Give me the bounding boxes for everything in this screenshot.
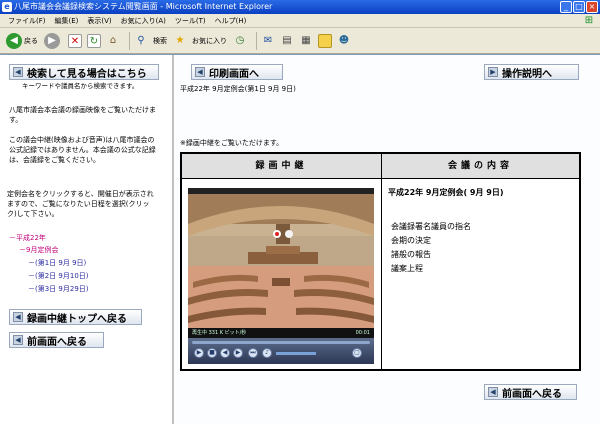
ie-icon: e bbox=[2, 2, 12, 12]
favorites-button[interactable]: ★ お気に入り bbox=[173, 34, 227, 48]
menu-file[interactable]: ファイル(F) bbox=[8, 16, 46, 26]
prev-screen-button-right[interactable]: ◀ 前画面へ戻る bbox=[484, 384, 577, 400]
session-line: 平成22年 9月定例会(第1日 9月 9日) bbox=[180, 85, 296, 93]
recording-table: 録画中継 会議の内容 再生中 331 K ビット/秒 00:01 ▶ ■ ◀ ▶… bbox=[180, 152, 581, 371]
volume-icon[interactable]: ♪ bbox=[262, 348, 272, 358]
toolbar-separator bbox=[256, 31, 257, 50]
search-mode-label: 検索して見る場合はこちら bbox=[27, 68, 147, 80]
menu-view[interactable]: 表示(V) bbox=[87, 16, 111, 26]
print-screen-button[interactable]: ◀ 印刷画面へ bbox=[191, 64, 283, 80]
history-icon[interactable]: ◷ bbox=[233, 34, 247, 48]
video-status-bar: 再生中 331 K ビット/秒 00:01 bbox=[188, 328, 374, 338]
back-arrow-icon: ◀ bbox=[6, 32, 22, 49]
agenda-item: 諸般の報告 bbox=[391, 250, 431, 259]
home-icon[interactable]: ⌂ bbox=[106, 34, 120, 48]
recording-top-button[interactable]: ◀ 録画中継トップへ戻る bbox=[9, 309, 142, 325]
window-titlebar: e 八尾市議会会議録検索システム閲覧画面 - Microsoft Interne… bbox=[0, 0, 600, 14]
print-screen-label: 印刷画面へ bbox=[209, 68, 259, 80]
arrow-left-icon: ◀ bbox=[488, 387, 498, 397]
notice-text-1: 八尾市議会本会議の録画映像をご覧いただけます。 bbox=[9, 106, 156, 124]
fullscreen-icon[interactable]: ▢ bbox=[352, 348, 362, 358]
folder-icon[interactable] bbox=[318, 33, 332, 48]
tree-session[interactable]: －9月定例会 bbox=[19, 245, 58, 255]
tree-year-label: 平成22年 bbox=[16, 234, 46, 242]
mail-icon[interactable]: ✉ bbox=[261, 34, 275, 48]
tree-session-label: 9月定例会 bbox=[26, 246, 59, 254]
windows-logo-icon: ⊞ bbox=[584, 15, 594, 26]
stop-icon[interactable]: ✕ bbox=[68, 33, 82, 48]
menu-help[interactable]: ヘルプ(H) bbox=[215, 16, 247, 26]
menu-tools[interactable]: ツール(T) bbox=[175, 16, 206, 26]
video-controls: ▶ ■ ◀ ▶ ⏭ ♪ ▢ bbox=[188, 338, 374, 364]
tree-day-label: (第1日 9月 9日) bbox=[35, 259, 87, 267]
star-icon: ★ bbox=[175, 34, 185, 46]
search-hint: キーワードや議員名から検索できます。 bbox=[22, 82, 139, 90]
browser-toolbar: ◀ 戻る ▶ ✕ ↻ ⌂ ⚲ 検索 ★ お気に入り ◷ ✉ ▤ ▦ ☻ bbox=[0, 28, 600, 54]
rewind-icon[interactable]: ◀ bbox=[220, 348, 230, 358]
tree-day-label: (第3日 9月29日) bbox=[35, 285, 89, 293]
recording-notice: ※録画中継をご覧いただけます。 bbox=[180, 139, 284, 147]
search-label: 検索 bbox=[153, 36, 167, 45]
menu-favorites[interactable]: お気に入り(A) bbox=[121, 16, 166, 26]
content-title: 平成22年 9月定例会( 9月 9日) bbox=[388, 188, 504, 197]
prev-screen-label: 前画面へ戻る bbox=[502, 388, 562, 400]
messenger-icon[interactable]: ☻ bbox=[337, 34, 351, 48]
print-icon[interactable]: ▤ bbox=[280, 34, 294, 48]
manual-button[interactable]: ▶ 操作説明へ bbox=[484, 64, 579, 80]
close-button[interactable]: × bbox=[586, 1, 598, 13]
favorites-label: お気に入り bbox=[192, 36, 227, 45]
tree-day-3[interactable]: －(第3日 9月29日) bbox=[28, 284, 89, 294]
minimize-button[interactable]: _ bbox=[560, 1, 572, 13]
agenda-item: 会議録署名議員の指名 bbox=[391, 222, 471, 231]
fast-forward-icon[interactable]: ▶ bbox=[233, 348, 243, 358]
table-divider bbox=[381, 154, 382, 369]
tree-day-1[interactable]: －(第1日 9月 9日) bbox=[28, 258, 86, 268]
prev-screen-button-left[interactable]: ◀ 前画面へ戻る bbox=[9, 332, 104, 348]
header-recording: 録画中継 bbox=[182, 154, 381, 179]
notice-text-2: この議会中継(映像および音声)は八尾市議会の公式記録ではありません。本会議の公式… bbox=[9, 136, 156, 164]
search-icon: ⚲ bbox=[137, 34, 145, 46]
edit-icon[interactable]: ▦ bbox=[299, 34, 313, 48]
maximize-button[interactable]: □ bbox=[573, 1, 585, 13]
arrow-left-icon: ◀ bbox=[13, 67, 23, 77]
prev-screen-label: 前画面へ戻る bbox=[27, 336, 87, 348]
tree-year[interactable]: －平成22年 bbox=[9, 233, 46, 243]
manual-label: 操作説明へ bbox=[502, 68, 552, 80]
chamber-image bbox=[188, 194, 374, 328]
left-frame: ◀ 検索して見る場合はこちら キーワードや議員名から検索できます。 八尾市議会本… bbox=[0, 55, 172, 424]
forward-arrow-icon: ▶ bbox=[44, 32, 60, 49]
agenda-item: 会期の決定 bbox=[391, 236, 431, 245]
window-title: 八尾市議会会議録検索システム閲覧画面 - Microsoft Internet … bbox=[14, 2, 273, 11]
seek-bar[interactable] bbox=[192, 341, 370, 344]
video-frame bbox=[188, 194, 374, 328]
window-controls: _ □ × bbox=[560, 1, 598, 13]
menu-edit[interactable]: 編集(E) bbox=[55, 16, 79, 26]
back-label: 戻る bbox=[24, 36, 38, 45]
search-button[interactable]: ⚲ 検索 bbox=[134, 34, 167, 48]
tree-day-label: (第2日 9月10日) bbox=[35, 272, 89, 280]
toolbar-separator bbox=[129, 31, 130, 50]
notice-text-3: 定例会名をクリックすると、開催日が表示されますので、ご覧になりたい日程を選択(ク… bbox=[7, 190, 154, 218]
search-mode-button[interactable]: ◀ 検索して見る場合はこちら bbox=[9, 64, 159, 80]
video-time: 00:01 bbox=[355, 330, 370, 336]
back-button[interactable]: ◀ 戻る bbox=[6, 32, 38, 49]
play-icon[interactable]: ▶ bbox=[194, 348, 204, 358]
recording-top-label: 録画中継トップへ戻る bbox=[27, 313, 127, 325]
forward-button[interactable]: ▶ bbox=[44, 32, 62, 49]
header-meeting-content: 会議の内容 bbox=[382, 154, 579, 179]
volume-slider[interactable] bbox=[276, 352, 316, 355]
agenda-item: 議案上程 bbox=[391, 264, 423, 273]
tree-day-2[interactable]: －(第2日 9月10日) bbox=[28, 271, 89, 281]
menu-bar: ファイル(F) 編集(E) 表示(V) お気に入り(A) ツール(T) ヘルプ(… bbox=[0, 14, 600, 28]
arrow-right-icon: ▶ bbox=[488, 67, 498, 77]
arrow-left-icon: ◀ bbox=[13, 335, 23, 345]
next-icon[interactable]: ⏭ bbox=[248, 348, 258, 358]
stop-icon[interactable]: ■ bbox=[207, 348, 217, 358]
arrow-left-icon: ◀ bbox=[195, 67, 205, 77]
video-player[interactable]: 再生中 331 K ビット/秒 00:01 ▶ ■ ◀ ▶ ⏭ ♪ ▢ bbox=[188, 188, 374, 364]
arrow-left-icon: ◀ bbox=[13, 312, 23, 322]
video-status-text: 再生中 331 K ビット/秒 bbox=[192, 330, 247, 336]
refresh-icon[interactable]: ↻ bbox=[87, 33, 101, 48]
